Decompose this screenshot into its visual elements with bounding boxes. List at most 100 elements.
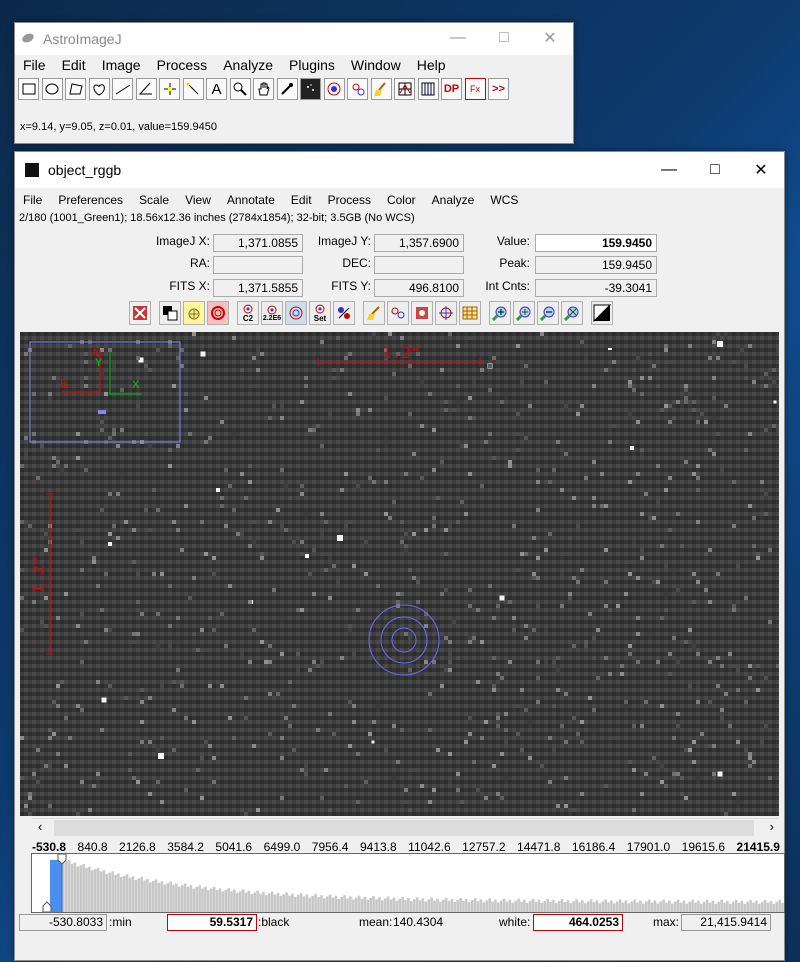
menu-view[interactable]: View [177, 193, 219, 207]
menu-file[interactable]: File [15, 57, 54, 73]
image-titlebar[interactable]: object_rggb — □ ✕ [15, 152, 784, 188]
menu-analyze[interactable]: Analyze [215, 57, 281, 73]
link-icon[interactable] [333, 301, 355, 325]
menu-analyze[interactable]: Analyze [424, 193, 483, 207]
maximize-button[interactable]: □ [692, 152, 738, 188]
stack-icon[interactable] [394, 78, 415, 100]
noise-pixel [272, 588, 276, 592]
close-button[interactable]: ✕ [527, 23, 573, 53]
histogram-bar [534, 901, 538, 912]
line-tool-icon[interactable] [112, 78, 133, 100]
noise-pixel [548, 780, 552, 784]
multi-aperture-icon[interactable] [347, 78, 368, 100]
menu-plugins[interactable]: Plugins [281, 57, 343, 73]
bright-star [371, 740, 375, 744]
max-field[interactable]: 21,415.9414 [681, 914, 771, 931]
clear-overlay-icon[interactable] [129, 301, 151, 325]
contrast-icon[interactable] [591, 301, 613, 325]
menu-process[interactable]: Process [149, 57, 216, 73]
image-canvas[interactable]: N E Y X 1.2" 1.2" [20, 332, 779, 816]
fx-icon[interactable]: Fx [464, 78, 486, 100]
magnifier-icon[interactable] [229, 78, 251, 100]
rectangle-tool-icon[interactable] [18, 78, 39, 100]
peak-field[interactable]: 159.9450 [535, 256, 657, 274]
invert-icon[interactable] [159, 301, 181, 325]
menu-preferences[interactable]: Preferences [50, 193, 131, 207]
histogram-bar [131, 876, 135, 912]
zoom-fit-icon[interactable] [561, 301, 583, 325]
text-tool-icon[interactable]: A [206, 78, 227, 100]
histogram-bar [450, 898, 454, 912]
aperture-ring-icon[interactable] [207, 301, 229, 325]
scale-icon[interactable]: 2.2E6 [261, 301, 283, 325]
close-button[interactable]: ✕ [738, 152, 784, 188]
table-icon[interactable] [459, 301, 481, 325]
menu-image[interactable]: Image [94, 57, 149, 73]
point-tool-icon[interactable] [159, 78, 180, 100]
polygon-tool-icon[interactable] [65, 78, 86, 100]
noise-pixel [324, 568, 328, 572]
scroll-thumb[interactable] [54, 820, 754, 836]
zoom-out-icon[interactable] [537, 301, 559, 325]
scroll-left-icon[interactable]: ‹ [38, 819, 42, 834]
noise-pixel [432, 516, 436, 520]
histogram-bar [627, 903, 631, 912]
clear-broom-icon[interactable] [363, 301, 385, 325]
histogram-bar [389, 899, 393, 912]
more-icon[interactable]: >> [488, 78, 509, 100]
eyedropper-icon[interactable] [276, 78, 298, 100]
dp-icon[interactable]: DP [441, 78, 462, 100]
broom-icon[interactable] [370, 78, 392, 100]
astronomy-image[interactable]: N E Y X 1.2" 1.2" [20, 332, 779, 816]
histogram-panel[interactable] [31, 853, 787, 913]
menu-window[interactable]: Window [343, 57, 409, 73]
centroid-icon[interactable] [183, 301, 205, 325]
noise-pixel [564, 804, 568, 808]
noise-pixel [492, 764, 496, 768]
maximize-button[interactable]: □ [481, 23, 527, 53]
menu-scale[interactable]: Scale [131, 193, 177, 207]
black-slider-handle[interactable] [42, 901, 52, 913]
menu-color[interactable]: Color [379, 193, 424, 207]
horizontal-scrollbar[interactable]: ‹ › [32, 818, 778, 837]
noise-pixel [520, 688, 524, 692]
minimize-button[interactable]: — [646, 152, 692, 188]
oval-tool-icon[interactable] [41, 78, 63, 100]
multi-aperture-icon[interactable] [387, 301, 409, 325]
noise-pixel [588, 612, 592, 616]
noise-pixel [20, 464, 24, 468]
menu-wcs[interactable]: WCS [482, 193, 526, 207]
crosshair-icon[interactable] [435, 301, 457, 325]
intcnts-field[interactable]: -39.3041 [535, 279, 657, 297]
zoom-in-icon[interactable] [489, 301, 511, 325]
freehand-tool-icon[interactable] [88, 78, 110, 100]
table-icon[interactable] [417, 78, 439, 100]
scroll-right-icon[interactable]: › [770, 819, 774, 834]
min-field[interactable]: -530.8033 [19, 914, 107, 931]
hand-icon[interactable] [253, 78, 274, 100]
noise-pixel [628, 560, 632, 564]
menu-annotate[interactable]: Annotate [219, 193, 283, 207]
aij-titlebar[interactable]: AstroImageJ — □ ✕ [15, 23, 573, 55]
c2-icon[interactable]: C2 [237, 301, 259, 325]
white-field[interactable]: 464.0253 [533, 914, 623, 931]
wand-tool-icon[interactable] [182, 78, 204, 100]
zoom-in-fit-icon[interactable] [513, 301, 535, 325]
aperture-tool-icon[interactable] [323, 78, 345, 100]
menu-help[interactable]: Help [409, 57, 454, 73]
min-label: :min [109, 915, 132, 929]
menu-file[interactable]: File [15, 193, 50, 207]
menu-process[interactable]: Process [320, 193, 379, 207]
menu-edit[interactable]: Edit [54, 57, 94, 73]
set-aperture-icon[interactable]: Set [309, 301, 331, 325]
value-field[interactable]: 159.9450 [535, 234, 657, 252]
astro-tool-icon[interactable] [300, 78, 321, 100]
minimize-button[interactable]: — [435, 23, 481, 53]
target-icon[interactable] [285, 301, 307, 325]
angle-tool-icon[interactable] [135, 78, 157, 100]
black-field[interactable]: 59.5317 [167, 914, 257, 931]
menu-edit[interactable]: Edit [283, 193, 320, 207]
noise-pixel [596, 676, 600, 680]
histogram-plot[interactable] [32, 853, 787, 913]
align-icon[interactable] [411, 301, 433, 325]
